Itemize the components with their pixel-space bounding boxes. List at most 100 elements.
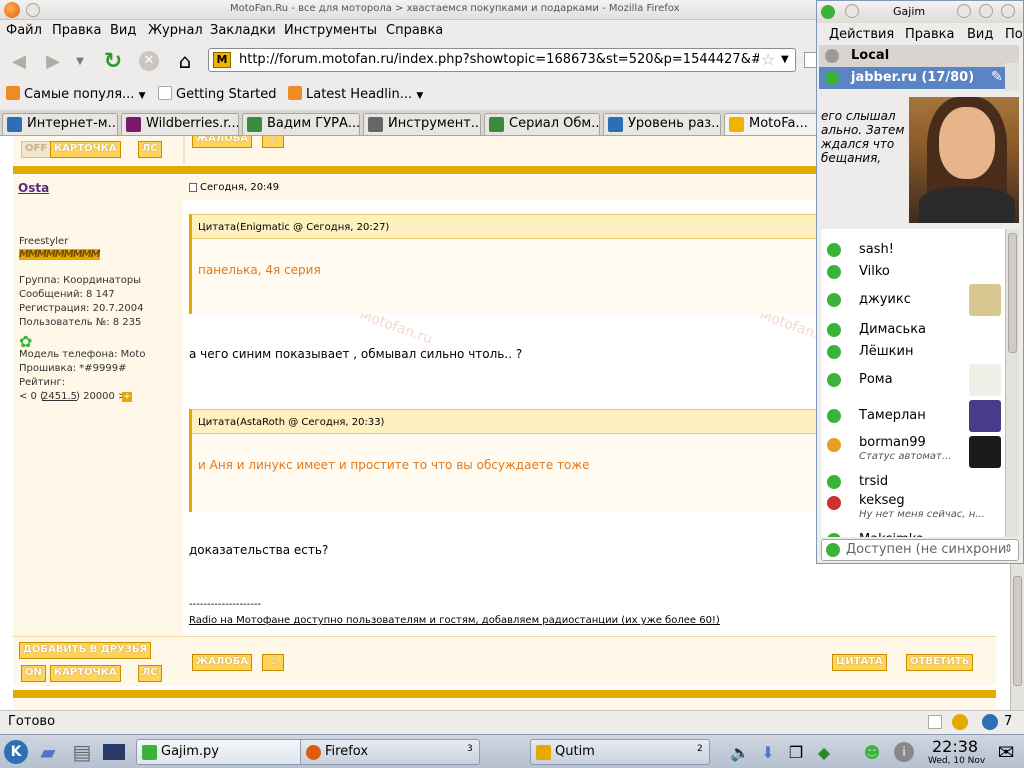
tab-label: Уровень раз...	[628, 116, 721, 131]
bookmark-most-visited[interactable]: Самые популя... ▼	[6, 86, 145, 102]
task-firefox[interactable]: Firefox 3	[300, 739, 480, 765]
avatar-body	[919, 187, 1015, 223]
contact-name: trsid	[859, 474, 889, 489]
tab-motofan[interactable]: MotoFa...	[724, 113, 820, 135]
complaint-button[interactable]: ЖАЛОБА	[192, 654, 253, 671]
firefox-logo-icon[interactable]	[4, 2, 20, 18]
desktop-icon[interactable]	[102, 740, 126, 764]
network-icon[interactable]: ◆	[812, 740, 836, 764]
scroll-top-button[interactable]: ⇧	[262, 654, 284, 671]
menu-edit[interactable]: Правка	[52, 23, 101, 38]
signature-link[interactable]: Radio на Мотофане доступно пользователям…	[189, 615, 720, 626]
computer-icon[interactable]: ▤	[70, 740, 94, 764]
complaint-button[interactable]: ЖАЛОБА	[192, 136, 253, 148]
tab-serial[interactable]: Сериал Обм...	[484, 113, 600, 135]
roster-scrollbar-top[interactable]	[1005, 63, 1019, 91]
back-button[interactable]: ◀	[6, 48, 32, 74]
contact-item[interactable]: Рома	[821, 363, 1005, 397]
window-menu-button[interactable]	[845, 4, 859, 18]
tab-vadim-gura[interactable]: Вадим ГУРА...	[242, 113, 360, 135]
gajim-titlebar[interactable]: Gajim	[817, 1, 1023, 23]
reply-button[interactable]: ОТВЕТИТЬ	[906, 654, 974, 671]
menu-tools[interactable]: Инструменты	[284, 23, 377, 38]
window-menu-button[interactable]	[26, 3, 40, 17]
ls-button[interactable]: ЛС	[138, 141, 162, 158]
scrollbar-thumb[interactable]	[1013, 576, 1022, 686]
off-button[interactable]: OFF	[21, 141, 52, 158]
page-info-icon[interactable]	[928, 715, 942, 729]
menu-file[interactable]: Файл	[6, 23, 42, 38]
folder-icon[interactable]: ▰	[36, 740, 60, 764]
on-button[interactable]: ON	[21, 665, 46, 682]
forward-button[interactable]: ▶	[40, 48, 66, 74]
chevron-down-icon: ▼	[138, 91, 146, 101]
minimize-button[interactable]	[957, 4, 971, 18]
menu-view[interactable]: Вид	[110, 23, 136, 38]
url-text[interactable]: http://forum.motofan.ru/index.php?showto…	[239, 52, 759, 67]
tab-uroven[interactable]: Уровень раз...	[603, 113, 721, 135]
tab-wildberries[interactable]: Wildberries.r...	[121, 113, 239, 135]
settings-icon[interactable]: ✎	[991, 69, 1003, 85]
gajim-tray-icon[interactable]: ☻	[860, 740, 884, 764]
maximize-button[interactable]	[979, 4, 993, 18]
task-gajim[interactable]: Gajim.py 2	[136, 739, 316, 765]
download-icon[interactable]: ⬇	[756, 740, 780, 764]
menu-help[interactable]: По	[1005, 27, 1023, 42]
mail-icon[interactable]: ✉	[994, 740, 1018, 764]
site-icon	[368, 117, 383, 132]
menu-history[interactable]: Журнал	[148, 23, 203, 38]
status-selector[interactable]: Доступен (не синхрони ⇕	[821, 539, 1019, 561]
account-local[interactable]: Local	[819, 45, 1019, 67]
bookmark-getting-started[interactable]: Getting Started	[158, 86, 277, 102]
tab-internet-m[interactable]: Интернет-м...	[2, 113, 118, 135]
notification-icon[interactable]	[982, 714, 998, 730]
bookmark-star-icon[interactable]: ☆	[761, 50, 775, 69]
kde-menu-icon[interactable]: K	[4, 740, 28, 764]
offline-status-icon	[825, 49, 839, 63]
volume-icon[interactable]: 🔈	[728, 740, 752, 764]
post-author-link[interactable]: Osta	[18, 181, 49, 195]
add-friend-button[interactable]: ДОБАВИТЬ В ДРУЗЬЯ	[19, 642, 152, 659]
menu-bookmarks[interactable]: Закладки	[210, 23, 276, 38]
ls-button[interactable]: ЛС	[138, 665, 162, 682]
home-button[interactable]: ⌂	[172, 48, 198, 74]
contact-item[interactable]: Лёшкин	[821, 341, 1005, 363]
site-favicon-icon: M	[213, 52, 231, 68]
clipboard-icon[interactable]: ❐	[784, 740, 808, 764]
contact-name: sash!	[859, 242, 894, 257]
contact-item[interactable]: Тамерлан	[821, 399, 1005, 433]
card-button[interactable]: КАРТОЧКА	[50, 665, 121, 682]
info-icon[interactable]: i	[892, 740, 916, 764]
contact-scrollbar[interactable]	[1005, 229, 1019, 537]
contact-item[interactable]: Vilko	[821, 261, 1005, 283]
scrollbar-thumb[interactable]	[1008, 233, 1017, 353]
rating-plus-icon[interactable]: +	[122, 392, 132, 402]
close-button[interactable]	[1001, 4, 1015, 18]
rating-value[interactable]: 2451.5	[42, 391, 77, 402]
card-button[interactable]: КАРТОЧКА	[50, 141, 121, 158]
contact-item[interactable]: kekseg Ну нет меня сейчас, н...	[821, 493, 1005, 527]
task-qutim[interactable]: Qutim 2	[530, 739, 710, 765]
menu-help[interactable]: Справка	[386, 23, 443, 38]
contact-item[interactable]: Димаська	[821, 319, 1005, 341]
scroll-top-button[interactable]: ⇧	[262, 136, 284, 148]
url-bar[interactable]: M http://forum.motofan.ru/index.php?show…	[208, 48, 796, 72]
contact-item[interactable]: sash!	[821, 239, 1005, 261]
smiley-icon[interactable]	[952, 714, 968, 730]
contact-item[interactable]: джуикс	[821, 283, 1005, 317]
contact-item[interactable]: Maksimka	[821, 529, 1005, 537]
stop-button[interactable]: ✕	[136, 48, 162, 74]
tab-instruments[interactable]: Инструмент...	[363, 113, 481, 135]
menu-edit[interactable]: Правка	[905, 27, 954, 42]
quote-button[interactable]: ЦИТАТА	[832, 654, 887, 671]
reload-button[interactable]: ↻	[100, 48, 126, 74]
url-dropdown-icon[interactable]: ▼	[781, 54, 789, 65]
account-jabber[interactable]: jabber.ru (17/80) ✎	[819, 67, 1019, 89]
menu-actions[interactable]: Действия	[829, 27, 894, 42]
bookmark-latest-headlines[interactable]: Latest Headlin... ▼	[288, 86, 423, 102]
contact-item[interactable]: borman99 Статус автомат...	[821, 435, 1005, 469]
history-dropdown-icon[interactable]: ▼	[72, 48, 88, 74]
contact-item[interactable]: trsid	[821, 471, 1005, 493]
clock-time[interactable]: 22:38	[932, 737, 978, 756]
menu-view[interactable]: Вид	[967, 27, 993, 42]
